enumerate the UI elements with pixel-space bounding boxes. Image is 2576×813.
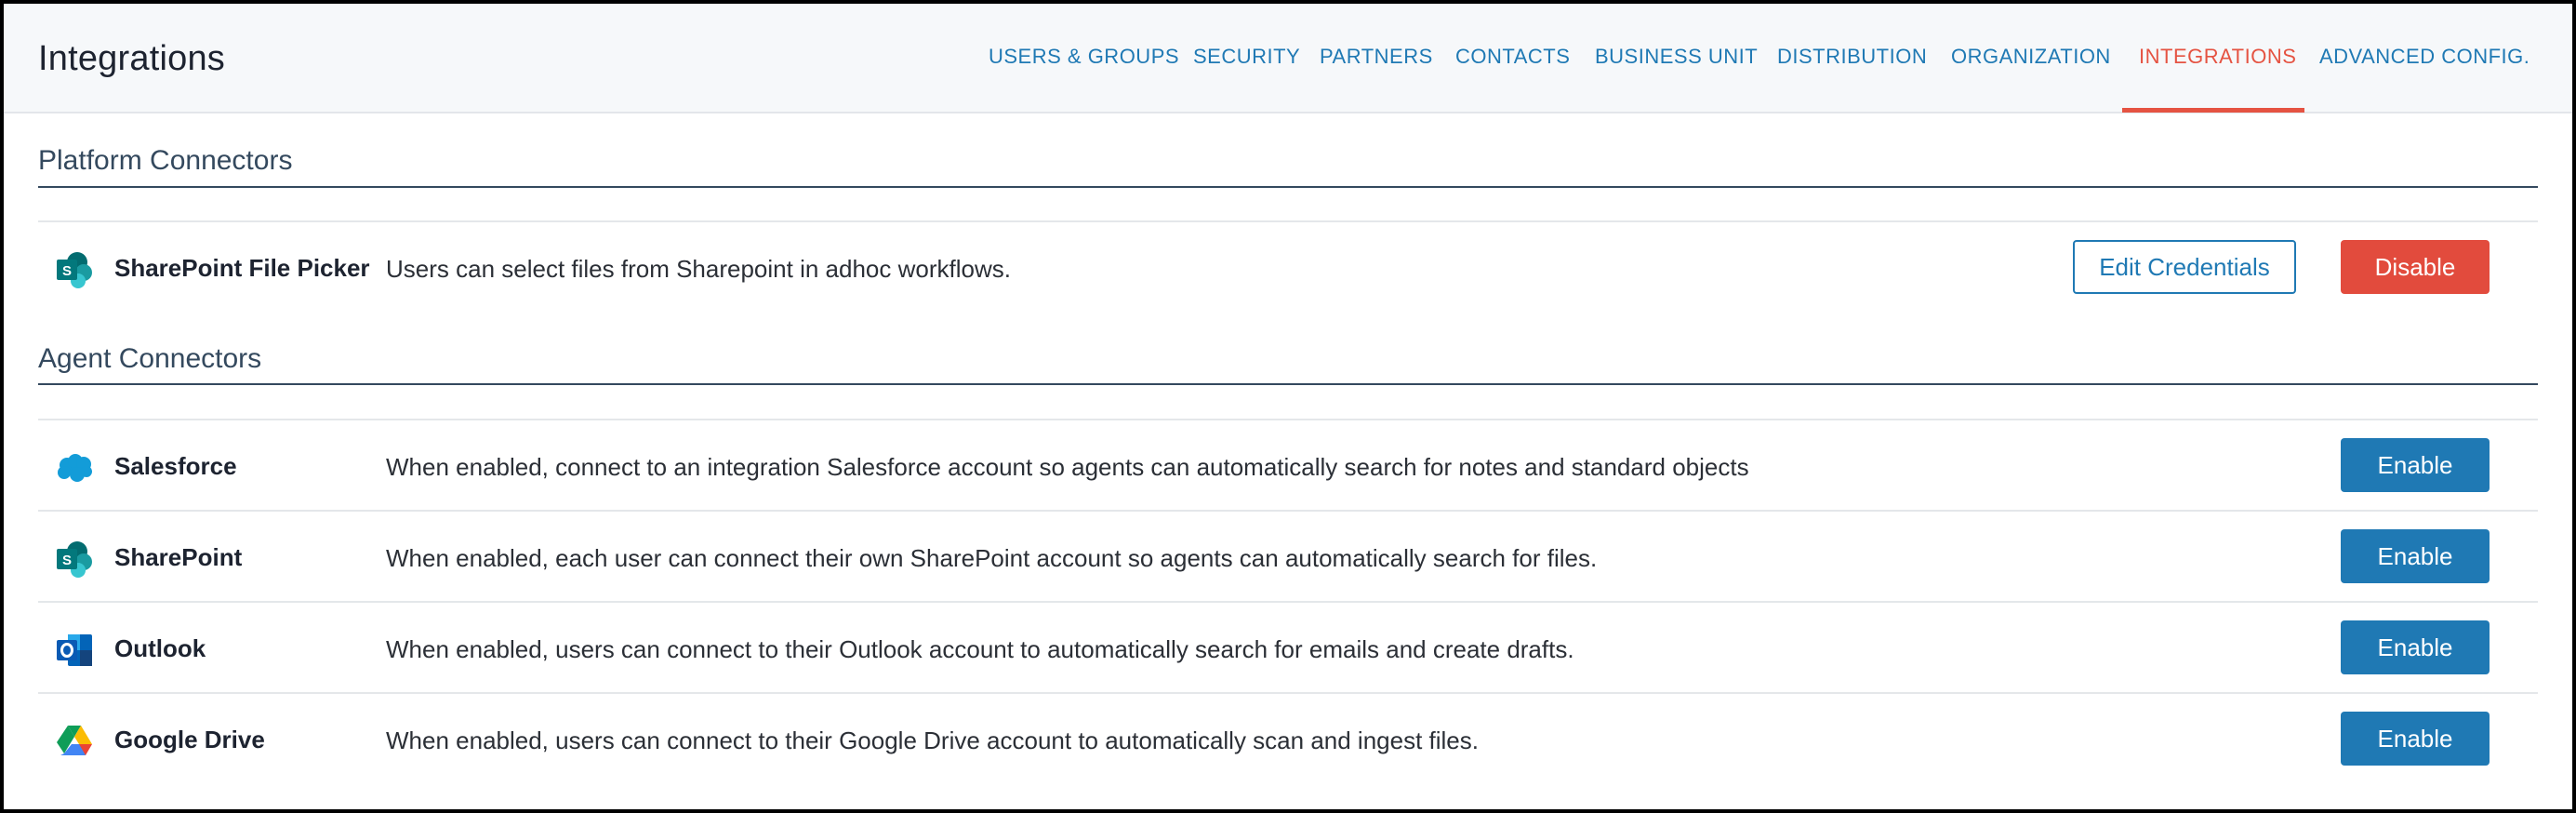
- edit-credentials-button[interactable]: Edit Credentials: [2073, 240, 2296, 294]
- google-drive-icon: [55, 722, 94, 761]
- connector-name: Salesforce: [114, 452, 237, 480]
- tab-organization[interactable]: ORGANIZATION: [1951, 45, 2111, 73]
- tab-distribution[interactable]: DISTRIBUTION: [1777, 45, 1927, 73]
- tab-contacts[interactable]: CONTACTS: [1455, 45, 1570, 73]
- active-tab-indicator: [2122, 108, 2304, 113]
- connector-name: Outlook: [114, 634, 206, 662]
- salesforce-icon: [55, 448, 94, 487]
- app-frame: Integrations USERS & GROUPS SECURITY PAR…: [4, 4, 2572, 809]
- row-divider: [38, 220, 2538, 222]
- page-header: Integrations USERS & GROUPS SECURITY PAR…: [4, 4, 2572, 113]
- sharepoint-icon: S: [55, 250, 94, 289]
- row-divider: [38, 419, 2538, 420]
- tab-integrations[interactable]: INTEGRATIONS: [2139, 45, 2296, 73]
- tab-users-groups[interactable]: USERS & GROUPS: [989, 45, 1179, 73]
- connector-row-outlook: Outlook When enabled, users can connect …: [38, 605, 2538, 694]
- settings-nav: USERS & GROUPS SECURITY PARTNERS CONTACT…: [4, 4, 2572, 113]
- section-title-platform: Platform Connectors: [38, 145, 293, 176]
- enable-button[interactable]: Enable: [2341, 620, 2490, 674]
- enable-button[interactable]: Enable: [2341, 712, 2490, 766]
- connector-description: When enabled, users can connect to their…: [386, 726, 1479, 754]
- section-title-agent: Agent Connectors: [38, 343, 262, 374]
- enable-button[interactable]: Enable: [2341, 529, 2490, 583]
- connector-description: When enabled, users can connect to their…: [386, 635, 1574, 663]
- connector-name: SharePoint: [114, 543, 243, 571]
- section-divider: [38, 383, 2538, 385]
- connector-description: When enabled, each user can connect thei…: [386, 544, 1598, 572]
- connector-description: When enabled, connect to an integration …: [386, 453, 1749, 481]
- connector-row-google-drive: Google Drive When enabled, users can con…: [38, 696, 2538, 785]
- outlook-icon: [55, 631, 94, 670]
- connector-row-salesforce: Salesforce When enabled, connect to an i…: [38, 422, 2538, 512]
- row-divider: [38, 692, 2538, 694]
- row-divider: [38, 601, 2538, 603]
- connector-row-sharepoint: S SharePoint When enabled, each user can…: [38, 513, 2538, 603]
- svg-text:S: S: [62, 553, 72, 568]
- tab-business-unit[interactable]: BUSINESS UNIT: [1595, 45, 1758, 73]
- tab-advanced-config[interactable]: ADVANCED CONFIG.: [2319, 45, 2530, 73]
- sharepoint-icon: S: [55, 540, 94, 579]
- tab-partners[interactable]: PARTNERS: [1320, 45, 1433, 73]
- connector-description: Users can select files from Sharepoint i…: [386, 255, 1011, 283]
- disable-button[interactable]: Disable: [2341, 240, 2490, 294]
- tab-security[interactable]: SECURITY: [1193, 45, 1300, 73]
- section-divider: [38, 186, 2538, 188]
- connector-name: SharePoint File Picker: [114, 254, 370, 282]
- connector-name: Google Drive: [114, 726, 265, 753]
- row-divider: [38, 510, 2538, 512]
- connector-row-sharepoint-file-picker: S SharePoint File Picker Users can selec…: [38, 224, 2538, 313]
- svg-text:S: S: [62, 263, 72, 279]
- enable-button[interactable]: Enable: [2341, 438, 2490, 492]
